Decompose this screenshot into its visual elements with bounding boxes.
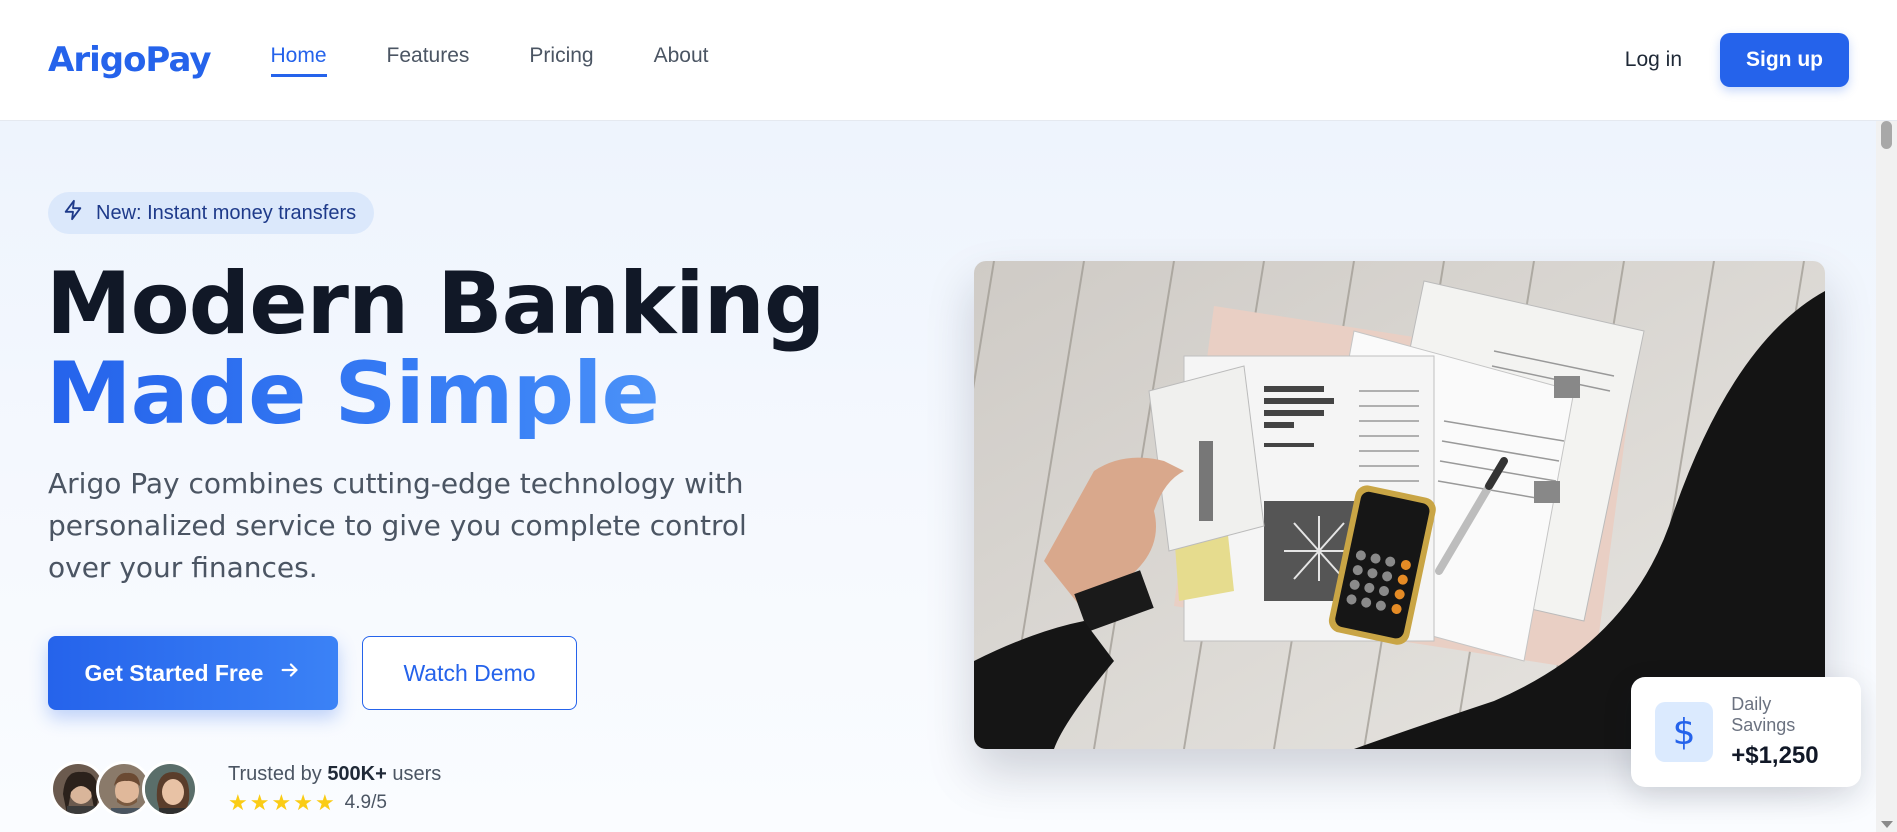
nav-link-pricing[interactable]: Pricing [529, 44, 593, 77]
get-started-button[interactable]: Get Started Free [48, 636, 338, 710]
headline-line-1: Modern Banking [46, 254, 825, 354]
hero-section: New: Instant money transfers Modern Bank… [0, 121, 1876, 832]
dollar-icon: $ [1655, 702, 1714, 762]
nav-actions: Log in Sign up [1625, 33, 1849, 87]
logo[interactable]: ArigoPay [48, 40, 211, 80]
headline-line-2: Made Simple [46, 349, 824, 439]
lightning-icon [62, 198, 84, 228]
avatar [142, 761, 198, 817]
daily-savings-card: $ Daily Savings +$1,250 [1631, 677, 1861, 787]
hero-description: Arigo Pay combines cutting-edge technolo… [48, 467, 747, 584]
nav-links: Home Features Pricing About [270, 44, 709, 77]
nav-link-features[interactable]: Features [387, 44, 470, 77]
star-icon: ★ [249, 790, 270, 815]
trust-text: Trusted by 500K+ users [228, 763, 441, 786]
arrow-right-icon [279, 659, 301, 687]
star-icon: ★ [271, 790, 292, 815]
badge-text: New: Instant money transfers [96, 201, 357, 224]
trust-info: Trusted by 500K+ users ★ ★ ★ ★ ★ 4.9/5 [228, 763, 441, 814]
scroll-down-arrow-icon[interactable] [1881, 821, 1893, 828]
star-icon: ★ [228, 790, 248, 815]
vertical-scrollbar[interactable] [1876, 121, 1897, 832]
hero-headline: Modern Banking Made Simple [46, 254, 825, 439]
star-icon: ★ [314, 790, 335, 815]
nav-link-home[interactable]: Home [270, 44, 327, 77]
scroll-thumb[interactable] [1881, 121, 1892, 149]
rating: ★ ★ ★ ★ ★ 4.9/5 [228, 792, 441, 814]
user-avatars [50, 761, 198, 817]
watch-demo-button[interactable]: Watch Demo [362, 636, 577, 710]
top-navbar: ArigoPay Home Features Pricing About Log… [0, 0, 1897, 121]
hero-image [974, 261, 1825, 749]
nav-link-about[interactable]: About [654, 44, 709, 77]
watch-demo-label: Watch Demo [403, 659, 536, 686]
login-link[interactable]: Log in [1625, 48, 1682, 72]
star-icon: ★ [293, 790, 313, 815]
announcement-badge[interactable]: New: Instant money transfers [48, 192, 375, 234]
savings-value: +$1,250 [1731, 742, 1819, 769]
trust-suffix: users [392, 763, 442, 785]
trust-count: 500K+ [327, 763, 387, 785]
signup-button[interactable]: Sign up [1720, 33, 1849, 87]
rating-value: 4.9/5 [344, 792, 387, 813]
savings-label: Daily Savings [1731, 694, 1796, 735]
get-started-label: Get Started Free [84, 659, 264, 686]
trust-prefix: Trusted by [228, 763, 322, 785]
